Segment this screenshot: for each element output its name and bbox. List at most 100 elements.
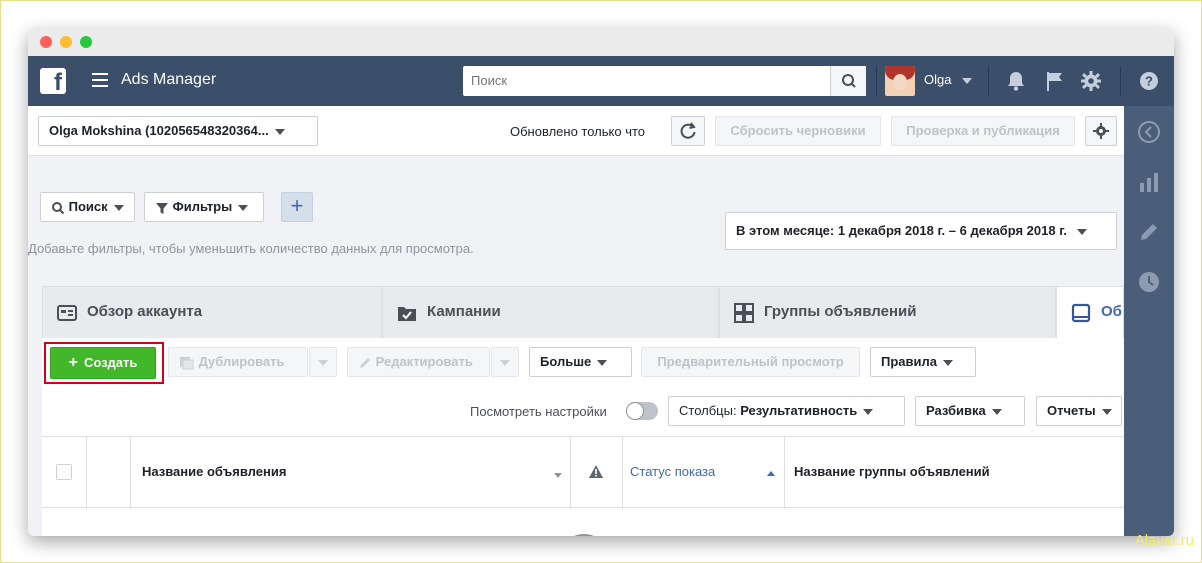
browser-window: f Ads Manager Olga ? Olga Mokshina (1020… xyxy=(28,28,1174,536)
tab-ad-sets[interactable]: Группы объявлений xyxy=(719,286,1056,338)
duplicate-button[interactable]: Дублировать xyxy=(168,347,308,377)
view-settings-toggle[interactable] xyxy=(626,402,658,420)
column-header-ad-set-name[interactable]: Название группы объявлений xyxy=(794,464,990,479)
chevron-down-icon[interactable] xyxy=(962,78,972,84)
reports-label: Отчеты xyxy=(1047,403,1096,418)
more-button[interactable]: Больше xyxy=(529,347,632,377)
filters-label: Фильтры xyxy=(172,199,233,214)
breakdown-dropdown[interactable]: Разбивка xyxy=(915,396,1025,426)
edit-button[interactable]: Редактировать xyxy=(347,347,490,377)
add-filter-button[interactable]: + xyxy=(281,192,313,222)
chevron-down-icon xyxy=(113,204,124,211)
review-publish-button[interactable]: Проверка и публикация xyxy=(891,116,1075,146)
search-box xyxy=(463,66,866,96)
chevron-down-icon xyxy=(597,359,608,366)
select-all-checkbox[interactable] xyxy=(56,464,72,480)
clock-icon[interactable] xyxy=(1137,270,1161,294)
preview-button[interactable]: Предварительный просмотр xyxy=(641,347,860,377)
refresh-icon xyxy=(680,122,696,139)
rules-button[interactable]: Правила xyxy=(870,347,976,377)
account-bar: Olga Mokshina (102056548320364... Обновл… xyxy=(28,106,1124,156)
maximize-window-button[interactable] xyxy=(80,36,92,48)
app-title: Ads Manager xyxy=(121,71,217,88)
tab-ads[interactable]: Об xyxy=(1056,286,1124,338)
date-range-label: В этом месяце: 1 декабря 2018 г. – 6 дек… xyxy=(736,223,1067,238)
svg-text:?: ? xyxy=(1145,74,1153,89)
bell-icon[interactable] xyxy=(1005,70,1027,92)
pencil-icon xyxy=(360,357,370,368)
minimize-window-button[interactable] xyxy=(60,36,72,48)
watermark: Alaver.ru xyxy=(1134,532,1194,549)
chevron-down-icon xyxy=(943,359,953,366)
divider xyxy=(876,66,877,96)
create-button[interactable]: + Создать xyxy=(50,347,156,379)
tab-label: Обзор аккаунта xyxy=(87,303,203,320)
settings-button[interactable] xyxy=(1085,116,1117,146)
warning-icon[interactable] xyxy=(588,464,604,479)
search-dropdown-label: Поиск xyxy=(68,199,108,214)
ad-icon xyxy=(1071,303,1091,323)
breakdown-label: Разбивка xyxy=(926,403,986,418)
tab-account-overview[interactable]: Обзор аккаунта xyxy=(42,286,382,338)
columns-dropdown[interactable]: Столбцы: Результативность xyxy=(668,396,905,426)
tab-label: Об xyxy=(1101,303,1122,320)
duplicate-dropdown[interactable] xyxy=(309,347,337,377)
duplicate-icon xyxy=(180,356,194,370)
columns-value: Результативность xyxy=(740,403,858,418)
filter-row: Поиск Фильтры + Добавьте фильтры, чтобы … xyxy=(28,156,1124,273)
filter-hint: Добавьте фильтры, чтобы уменьшить количе… xyxy=(28,241,474,256)
chevron-down-icon xyxy=(863,408,874,415)
flag-icon[interactable] xyxy=(1044,70,1066,92)
chevron-down-icon xyxy=(274,128,285,135)
date-range-picker[interactable]: В этом месяце: 1 декабря 2018 г. – 6 дек… xyxy=(725,212,1117,250)
edit-dropdown[interactable] xyxy=(491,347,519,377)
bar-chart-icon[interactable] xyxy=(1137,170,1161,194)
column-divider xyxy=(570,437,571,509)
column-header-delivery-status[interactable]: Статус показа xyxy=(630,464,715,479)
close-window-button[interactable] xyxy=(40,36,52,48)
search-input[interactable] xyxy=(471,73,821,88)
updated-status: Обновлено только что xyxy=(510,124,646,139)
facebook-logo-icon[interactable]: f xyxy=(40,68,66,96)
filters-button[interactable]: Фильтры xyxy=(144,192,264,222)
reports-dropdown[interactable]: Отчеты xyxy=(1036,396,1122,426)
account-selector[interactable]: Olga Mokshina (102056548320364... xyxy=(38,116,318,146)
right-sidebar xyxy=(1124,106,1174,536)
edit-label: Редактировать xyxy=(375,354,473,369)
gear-icon[interactable] xyxy=(1080,70,1102,92)
menu-icon[interactable] xyxy=(92,73,108,87)
discard-drafts-button[interactable]: Сбросить черновики xyxy=(715,116,881,146)
chevron-down-icon xyxy=(318,359,328,366)
plus-icon: + xyxy=(68,354,78,371)
user-name[interactable]: Olga xyxy=(924,72,951,87)
chevron-down-icon xyxy=(991,408,1002,415)
window-titlebar xyxy=(28,28,1174,56)
search-button[interactable] xyxy=(830,66,866,96)
ads-panel: + Создать Дублировать Редактировать Больш… xyxy=(42,338,1124,536)
refresh-button[interactable] xyxy=(671,116,705,146)
help-icon[interactable]: ? xyxy=(1138,70,1160,92)
account-overview-icon xyxy=(57,305,77,321)
column-header-ad-name[interactable]: Название объявления xyxy=(142,464,286,479)
collapse-left-icon[interactable] xyxy=(1137,120,1161,144)
top-navigation-bar: f Ads Manager Olga ? xyxy=(28,56,1174,106)
folder-check-icon xyxy=(398,307,416,321)
grid-icon xyxy=(734,303,754,323)
main-content: Olga Mokshina (102056548320364... Обновл… xyxy=(28,106,1124,536)
chevron-down-icon[interactable] xyxy=(554,473,562,478)
gear-icon xyxy=(1093,123,1109,139)
divider xyxy=(988,66,989,96)
chevron-down-icon xyxy=(1076,228,1087,235)
column-divider xyxy=(130,437,131,509)
more-label: Больше xyxy=(540,354,592,369)
search-icon xyxy=(842,74,856,88)
avatar[interactable] xyxy=(885,66,915,96)
pencil-icon[interactable] xyxy=(1137,220,1161,244)
chevron-up-icon[interactable] xyxy=(767,471,775,476)
filter-icon xyxy=(156,202,168,214)
account-selector-label: Olga Mokshina (102056548320364... xyxy=(49,123,269,138)
search-dropdown-button[interactable]: Поиск xyxy=(40,192,135,222)
tab-label: Группы объявлений xyxy=(764,303,917,320)
chevron-down-icon xyxy=(500,359,510,366)
tab-campaigns[interactable]: Кампании xyxy=(382,286,719,338)
